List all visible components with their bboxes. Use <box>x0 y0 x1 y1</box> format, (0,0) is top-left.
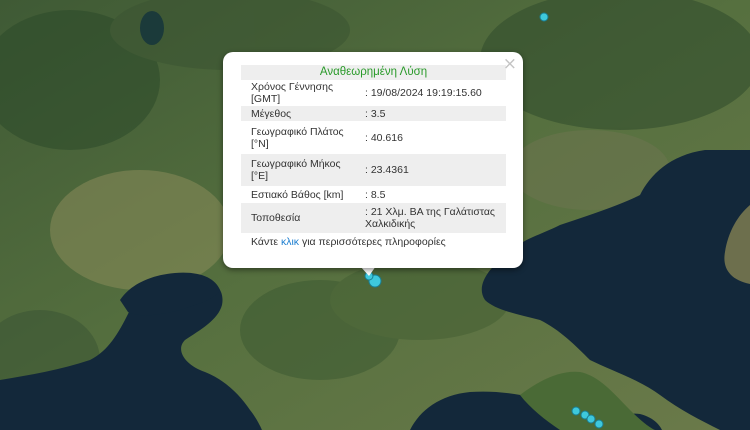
popup-title: Αναθεωρημένη Λύση <box>241 65 506 80</box>
row-value: : 23.4361 <box>347 154 506 186</box>
table-row: Χρόνος Γέννησης [GMT] : 19/08/2024 19:19… <box>241 80 506 106</box>
row-value: : 3.5 <box>347 106 506 121</box>
row-label: Γεωγραφικό Μήκος [°E] <box>241 154 347 186</box>
marker[interactable] <box>539 12 549 22</box>
earthquake-details-table: Χρόνος Γέννησης [GMT] : 19/08/2024 19:19… <box>241 80 506 233</box>
row-label: Μέγεθος <box>241 106 347 121</box>
row-label: Γεωγραφικό Πλάτος [°N] <box>251 125 344 150</box>
table-row: Εστιακό Βάθος [km] : 8.5 <box>241 186 506 203</box>
table-row: Μέγεθος : 3.5 <box>241 106 506 121</box>
more-info-link[interactable]: κλικ <box>281 236 299 248</box>
row-value: : 40.616 <box>365 131 403 144</box>
earthquake-info-popup: × Αναθεωρημένη Λύση Χρόνος Γέννησης [GMT… <box>223 52 523 268</box>
row-label: Εστιακό Βάθος [km] <box>251 188 344 201</box>
table-row: Γεωγραφικό Πλάτος [°N] : 40.616 <box>241 121 506 154</box>
row-value: : 8.5 <box>365 188 386 201</box>
row-label: Χρόνος Γέννησης [GMT] <box>251 81 334 105</box>
marker[interactable] <box>594 419 604 429</box>
row-label: Τοποθεσία <box>241 203 347 233</box>
table-row: Γεωγραφικό Μήκος [°E] : 23.4361 <box>241 154 506 186</box>
marker[interactable] <box>571 406 581 416</box>
table-row: Τοποθεσία : 21 Χλμ. ΒΑ της Γαλάτιστας Χα… <box>241 203 506 233</box>
row-value: : 19/08/2024 19:19:15.60 <box>365 87 482 99</box>
marker[interactable] <box>586 414 596 424</box>
row-value: : 21 Χλμ. ΒΑ της Γαλάτιστας Χαλκιδικής <box>347 203 506 233</box>
close-icon[interactable]: × <box>503 54 517 74</box>
more-info-text: Κάντε κλικ για περισσότερες πληροφορίες <box>251 236 446 248</box>
